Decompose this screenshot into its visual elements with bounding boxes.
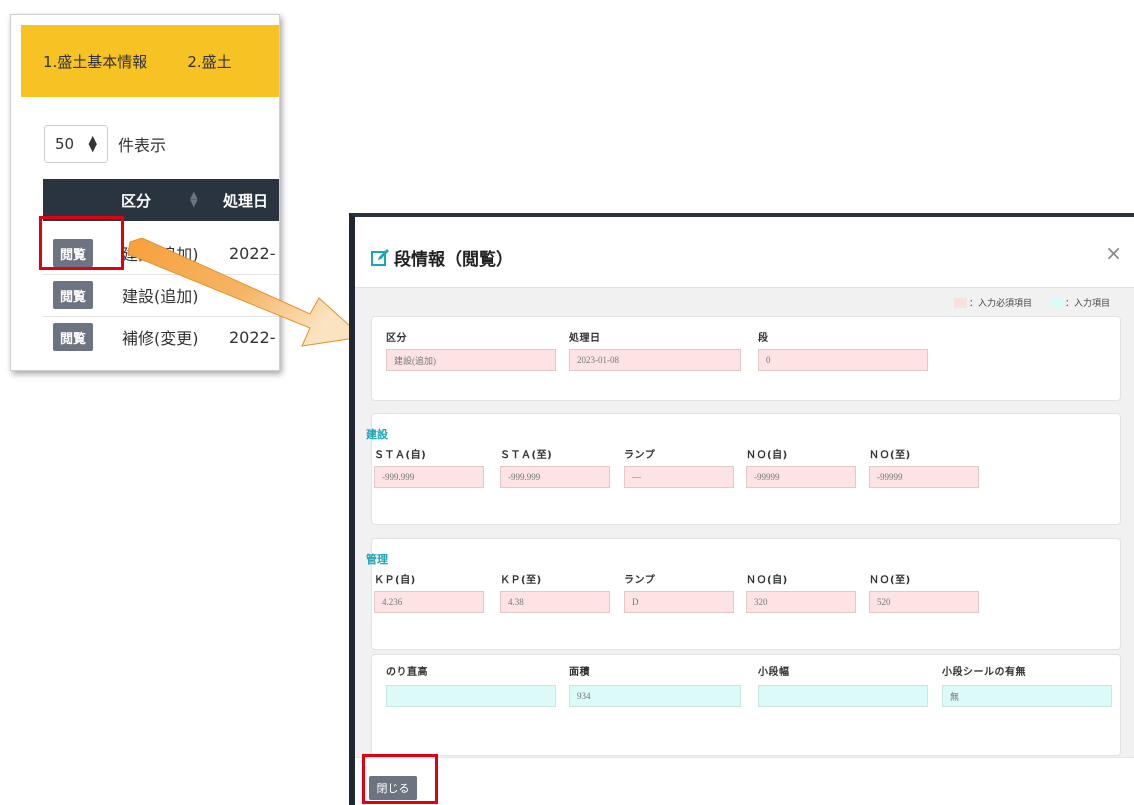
area-field[interactable]: 934 xyxy=(569,685,741,707)
sta-to-field[interactable]: -999.999 xyxy=(500,466,610,488)
kubun-field[interactable]: 建設(追加) xyxy=(386,349,556,371)
ramp-field[interactable]: — xyxy=(624,466,734,488)
close-button-highlight xyxy=(362,754,438,804)
modal-footer: 閉じる xyxy=(355,757,1134,805)
arrow-icon xyxy=(127,238,364,347)
kanri-card: 管理 ＫＰ(自) ＫＰ(至) ランプ ＮＯ(自) ＮＯ(至) 4.236 4.3… xyxy=(366,538,1121,650)
field-legend: ：入力必須項目 ：入力項目 xyxy=(953,296,1110,309)
sta-from-label: ＳＴＡ(自) xyxy=(374,450,427,461)
nori-height-label: のり直高 xyxy=(386,667,428,678)
view-button[interactable]: 閲覧 xyxy=(53,323,93,351)
dan-field[interactable]: 0 xyxy=(758,349,928,371)
basic-card: 区分 建設(追加) 処理日 2023-01-08 段 0 xyxy=(371,316,1121,401)
no-to-field[interactable]: 520 xyxy=(869,591,979,613)
close-icon[interactable]: × xyxy=(1105,241,1122,265)
date-field[interactable]: 2023-01-08 xyxy=(569,349,741,371)
no-from-field[interactable]: -99999 xyxy=(746,466,856,488)
no-to-label: ＮＯ(至) xyxy=(869,575,911,586)
edit-icon xyxy=(371,248,389,266)
step-seal-field[interactable]: 無 xyxy=(942,685,1112,707)
no-from-label: ＮＯ(自) xyxy=(746,450,788,461)
no-to-label: ＮＯ(至) xyxy=(869,450,911,461)
kp-to-label: ＫＰ(至) xyxy=(500,575,542,586)
modal-title-text: 段情報（閲覧） xyxy=(394,250,513,270)
dan-label: 段 xyxy=(758,333,769,344)
no-from-label: ＮＯ(自) xyxy=(746,575,788,586)
no-from-field[interactable]: 320 xyxy=(746,591,856,613)
nori-height-field[interactable] xyxy=(386,685,556,707)
ramp-label: ランプ xyxy=(624,575,656,586)
modal-body: ：入力必須項目 ：入力項目 区分 建設(追加) 処理日 2023-01-08 段… xyxy=(355,287,1134,758)
kanri-title: 管理 xyxy=(366,553,388,566)
extra-card: のり直高 面積 小段幅 小段シールの有無 934 無 xyxy=(371,654,1121,756)
sort-icon[interactable]: ▲ ▼ xyxy=(190,191,198,209)
date-label: 処理日 xyxy=(569,333,601,344)
kp-from-label: ＫＰ(自) xyxy=(374,575,416,586)
ramp-label: ランプ xyxy=(624,450,656,461)
kensetsu-card: 建設 ＳＴＡ(自) ＳＴＡ(至) ランプ ＮＯ(自) ＮＯ(至) -999.99… xyxy=(366,413,1121,525)
required-swatch xyxy=(953,297,967,308)
tab-basic-info[interactable]: 1.盛土基本情報 xyxy=(21,51,147,72)
area-label: 面積 xyxy=(569,667,590,678)
view-button-highlight xyxy=(39,216,124,270)
table-header: 区分 ▲ ▼ 処理日 xyxy=(43,179,279,221)
legend-required: ：入力必須項目 xyxy=(968,299,1032,309)
step-width-field[interactable] xyxy=(758,685,928,707)
page-length-select[interactable]: 50 ▲ ▼ xyxy=(44,125,108,163)
sort-updown-icon: ▲ ▼ xyxy=(88,133,97,154)
optional-swatch xyxy=(1049,297,1063,308)
page-length-value: 50 xyxy=(55,135,75,153)
kp-from-field[interactable]: 4.236 xyxy=(374,591,484,613)
dan-info-modal: 段情報（閲覧） × ：入力必須項目 ：入力項目 区分 建設(追加) 処理日 20… xyxy=(349,213,1134,805)
step-seal-label: 小段シールの有無 xyxy=(942,667,1026,678)
kensetsu-title: 建設 xyxy=(366,428,388,441)
column-header-date[interactable]: 処理日 xyxy=(223,190,268,211)
column-header-kubun[interactable]: 区分 xyxy=(121,190,151,211)
step-width-label: 小段幅 xyxy=(758,667,790,678)
modal-title: 段情報（閲覧） xyxy=(371,245,513,270)
sta-from-field[interactable]: -999.999 xyxy=(374,466,484,488)
kubun-label: 区分 xyxy=(386,333,407,344)
no-to-field[interactable]: -99999 xyxy=(869,466,979,488)
tab-second[interactable]: 2.盛土 xyxy=(147,51,231,72)
legend-optional: ：入力項目 xyxy=(1064,299,1110,309)
page-length-label: 件表示 xyxy=(118,136,167,155)
view-button[interactable]: 閲覧 xyxy=(53,281,93,309)
kp-to-field[interactable]: 4.38 xyxy=(500,591,610,613)
sta-to-label: ＳＴＡ(至) xyxy=(500,450,553,461)
tab-bar: 1.盛土基本情報 2.盛土 xyxy=(21,25,279,97)
ramp-field[interactable]: D xyxy=(624,591,734,613)
page-length-control: 50 ▲ ▼ 件表示 xyxy=(44,125,166,163)
